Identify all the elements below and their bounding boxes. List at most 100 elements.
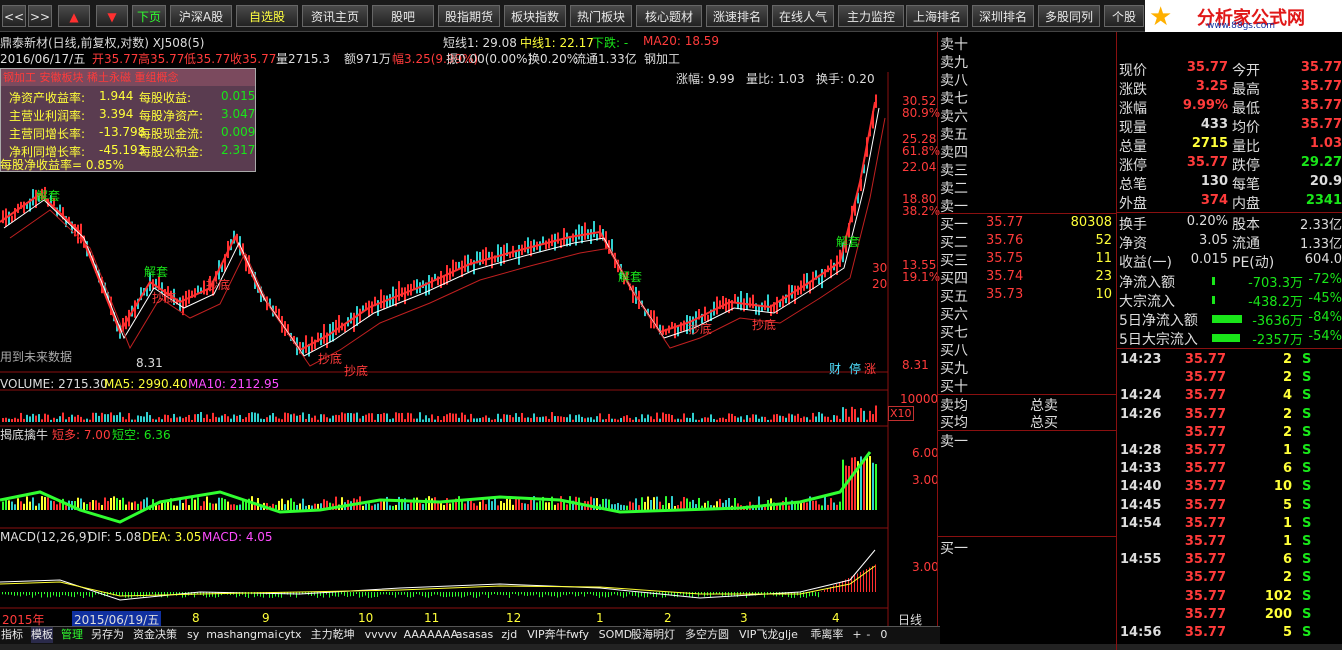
toolbar-button-6[interactable]: 自选股 — [236, 5, 298, 27]
bid-level[interactable]: 买七 — [940, 322, 968, 341]
indicator-tab[interactable]: 管理 — [61, 627, 83, 643]
volume-bar — [527, 417, 529, 422]
indicator-tab[interactable]: + — [852, 627, 861, 643]
toolbar-button-1[interactable]: >> — [28, 5, 52, 27]
quote-key: 涨幅 — [1119, 101, 1147, 117]
finance-marker[interactable]: 财 — [829, 360, 841, 377]
toolbar-button-14[interactable]: 在线人气 — [772, 5, 834, 27]
ask-level[interactable]: 卖四 — [940, 142, 968, 161]
ask-level[interactable]: 卖一 — [940, 196, 968, 215]
indicator-tab[interactable]: VIP飞龙 — [739, 627, 778, 643]
bid-level[interactable]: 买四 — [940, 268, 968, 287]
toolbar-button-0[interactable]: << — [2, 5, 26, 27]
indicator-tab[interactable]: asasas — [456, 627, 493, 643]
indicator-tab[interactable]: glje — [778, 627, 798, 643]
buy-one-detail[interactable]: 买一 — [940, 538, 968, 557]
indicator-tab[interactable]: zjd — [501, 627, 517, 643]
indicator-tab[interactable]: sy — [187, 627, 199, 643]
toolbar-button-9[interactable]: 股指期货 — [438, 5, 500, 27]
ask-level[interactable]: 卖六 — [940, 106, 968, 125]
volume-bar — [413, 418, 415, 422]
indicator-tab[interactable]: 主力乾坤 — [311, 627, 355, 643]
indicator-tab[interactable]: 指标 — [1, 627, 23, 643]
ask-level[interactable]: 卖三 — [940, 160, 968, 179]
ask-level[interactable]: 卖九 — [940, 52, 968, 71]
indicator-tab[interactable]: fwfy — [566, 627, 589, 643]
indicator-tab[interactable]: AAAAAAA — [404, 627, 459, 643]
macd-bar — [737, 592, 738, 598]
ask-level[interactable]: 卖五 — [940, 124, 968, 143]
indicator-tab[interactable]: 股海明灯 — [631, 627, 675, 643]
indicator-tab[interactable]: cytx — [278, 627, 301, 643]
flow-pct: -54% — [1308, 329, 1342, 344]
toolbar-button-8[interactable]: 股吧 — [372, 5, 434, 27]
volume-bar — [272, 413, 274, 422]
bid-level[interactable]: 买六 — [940, 304, 968, 323]
indicator-tab[interactable]: 乖离率 — [810, 627, 843, 643]
bid-level[interactable]: 买一 — [940, 214, 968, 233]
toolbar-button-16[interactable]: 上海排名 — [906, 5, 968, 27]
suspend-marker[interactable]: 停 — [849, 360, 861, 377]
candle — [803, 273, 805, 291]
toolbar-button-3[interactable]: ▼ — [96, 5, 128, 27]
indicator-tab[interactable]: SOMD — [599, 627, 633, 643]
indicator-tab[interactable]: VIP奔牛 — [527, 627, 566, 643]
bid-level[interactable]: 买八 — [940, 340, 968, 359]
bull-bar — [632, 502, 634, 510]
indicator-tab[interactable]: - — [866, 627, 870, 643]
sell-one-detail[interactable]: 卖一 — [940, 431, 968, 450]
quote-value: 9.99% — [1182, 98, 1228, 113]
bid-level[interactable]: 买三 — [940, 250, 968, 269]
indicator-tab[interactable]: 模板 — [31, 627, 53, 643]
volume-bar — [206, 414, 208, 422]
candle — [491, 251, 493, 269]
bull-bar — [671, 496, 673, 510]
volume-bar — [92, 412, 94, 422]
bull-bar — [110, 497, 112, 510]
toolbar-button-18[interactable]: 多股同列 — [1038, 5, 1100, 27]
indicator-tab[interactable]: 0 — [880, 627, 887, 643]
volume-bar — [254, 412, 256, 422]
macd-bar — [488, 592, 489, 598]
bid-level[interactable]: 买二 — [940, 232, 968, 251]
indicator-tab[interactable]: vvvvv — [365, 627, 398, 643]
sell-average: 卖均 — [940, 398, 968, 414]
toolbar-button-7[interactable]: 资讯主页 — [302, 5, 368, 27]
candle — [389, 294, 391, 307]
ask-level[interactable]: 卖二 — [940, 178, 968, 197]
volume-scale-button[interactable]: X10 — [888, 406, 914, 421]
volume-bar — [644, 418, 646, 422]
volume-bar — [338, 415, 340, 422]
limit-up-marker[interactable]: 涨 — [864, 360, 876, 377]
bull-title: 揭底擒牛 — [0, 428, 49, 442]
ask-level[interactable]: 卖十 — [940, 34, 968, 53]
bid-level[interactable]: 买九 — [940, 358, 968, 377]
ask-level[interactable]: 卖七 — [940, 88, 968, 107]
bid-level[interactable]: 买十 — [940, 376, 968, 395]
ask-level[interactable]: 卖八 — [940, 70, 968, 89]
toolbar-button-5[interactable]: 沪深A股 — [170, 5, 232, 27]
toolbar-button-4[interactable]: 下页 — [132, 5, 166, 27]
toolbar-button-17[interactable]: 深圳排名 — [972, 5, 1034, 27]
bull-bar — [461, 500, 463, 510]
candle — [578, 224, 580, 240]
bid-level[interactable]: 买五 — [940, 286, 968, 305]
toolbar-button-2[interactable]: ▲ — [58, 5, 90, 27]
volume-bar — [707, 417, 709, 422]
indicator-tab[interactable]: 资金决策 — [133, 627, 177, 643]
volume-bar — [773, 414, 775, 422]
bull-bar — [497, 505, 499, 510]
indicator-tab[interactable]: mashangmai — [206, 627, 277, 643]
volume-bar — [662, 412, 664, 422]
bull-bar — [590, 496, 592, 510]
toolbar-button-15[interactable]: 主力监控 — [838, 5, 904, 27]
indicator-tab[interactable]: 多空方圆 — [685, 627, 729, 643]
bull-bar — [434, 497, 436, 510]
toolbar-button-11[interactable]: 热门板块 — [570, 5, 632, 27]
toolbar-button-12[interactable]: 核心题材 — [636, 5, 702, 27]
toolbar-button-13[interactable]: 涨速排名 — [706, 5, 768, 27]
indicator-tab[interactable]: 另存为 — [91, 627, 124, 643]
bull-bar — [227, 501, 229, 510]
toolbar-button-19[interactable]: 个股 — [1104, 5, 1144, 27]
toolbar-button-10[interactable]: 板块指数 — [504, 5, 566, 27]
